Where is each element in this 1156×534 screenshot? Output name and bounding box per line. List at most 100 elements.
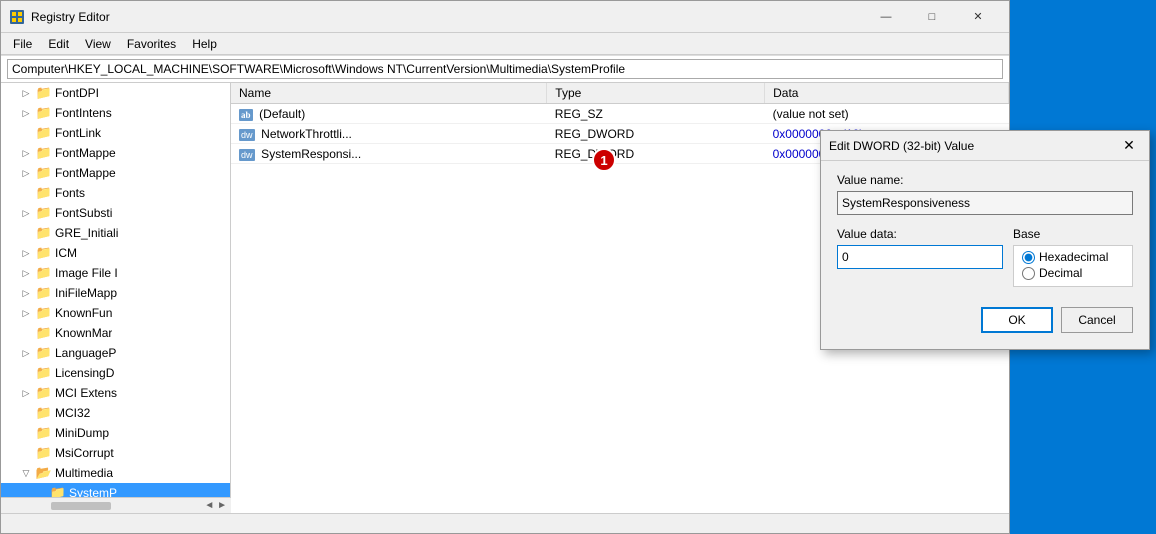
tree-item-gre[interactable]: 📁 GRE_Initiali <box>1 223 230 243</box>
folder-icon: 📁 <box>36 285 52 301</box>
expand-icon: ▷ <box>19 386 33 400</box>
tree-item-label: FontSubsti <box>55 206 112 220</box>
dialog-close-button[interactable]: ✕ <box>1117 134 1141 158</box>
expand-icon <box>19 406 33 420</box>
folder-icon: 📁 <box>36 85 52 101</box>
tree-item-label: LicensingD <box>55 366 114 380</box>
expand-icon <box>19 446 33 460</box>
expand-icon <box>19 226 33 240</box>
tree-item-fontsubsti[interactable]: ▷ 📁 FontSubsti <box>1 203 230 223</box>
folder-icon: 📁 <box>36 105 52 121</box>
base-section: Base Hexadecimal Decimal <box>1013 227 1133 287</box>
tree-item-licensingd[interactable]: 📁 LicensingD <box>1 363 230 383</box>
tree-item-languagep[interactable]: ▷ 📁 LanguageP <box>1 343 230 363</box>
folder-icon: 📁 <box>36 165 52 181</box>
menu-favorites[interactable]: Favorites <box>119 35 184 53</box>
expand-icon: ▷ <box>19 166 33 180</box>
h-scrollbar[interactable]: ◄ ► <box>1 497 231 513</box>
row-name: dw NetworkThrottli... <box>231 124 547 144</box>
hexadecimal-label: Hexadecimal <box>1039 250 1108 264</box>
address-input[interactable] <box>7 59 1003 79</box>
tree-item-msicorrupt[interactable]: 📁 MsiCorrupt <box>1 443 230 463</box>
value-data-section: Value data: <box>837 227 1003 287</box>
hexadecimal-radio[interactable] <box>1022 251 1035 264</box>
value-data-input[interactable] <box>837 245 1003 269</box>
tree-item-label: FontMappe <box>55 166 116 180</box>
tree-item-mci32[interactable]: 📁 MCI32 <box>1 403 230 423</box>
status-bar <box>1 513 1009 533</box>
tree-item-fonts[interactable]: 📁 Fonts <box>1 183 230 203</box>
expand-icon: ▷ <box>19 346 33 360</box>
tree-item-multimedia[interactable]: ▽ 📂 Multimedia <box>1 463 230 483</box>
tree-item-label: KnownMar <box>55 326 112 340</box>
window-title: Registry Editor <box>31 10 863 24</box>
col-name[interactable]: Name <box>231 83 547 104</box>
tree-item-label: FontLink <box>55 126 101 140</box>
folder-icon: 📁 <box>36 225 52 241</box>
menu-view[interactable]: View <box>77 35 119 53</box>
expand-icon <box>19 326 33 340</box>
dialog-row: Value data: Base Hexadecimal Decimal <box>837 227 1133 287</box>
tree-item-label: Image File I <box>55 266 118 280</box>
menu-file[interactable]: File <box>5 35 40 53</box>
folder-icon: 📁 <box>36 305 52 321</box>
expand-icon <box>19 186 33 200</box>
dialog-body: Value name: Value data: Base Hexadecimal… <box>821 161 1149 349</box>
decimal-radio[interactable] <box>1022 267 1035 280</box>
expand-icon: ▷ <box>19 266 33 280</box>
col-type[interactable]: Type <box>547 83 765 104</box>
radio-group: Hexadecimal Decimal <box>1013 245 1133 287</box>
cancel-button[interactable]: Cancel <box>1061 307 1133 333</box>
tree-item-imagefile[interactable]: ▷ 📁 Image File I <box>1 263 230 283</box>
tree-item-fontintens[interactable]: ▷ 📁 FontIntens <box>1 103 230 123</box>
tree-item-mciextens[interactable]: ▷ 📁 MCI Extens <box>1 383 230 403</box>
tree-item-icm[interactable]: ▷ 📁 ICM <box>1 243 230 263</box>
expand-icon <box>19 126 33 140</box>
row-name: dw SystemResponsi... <box>231 144 547 164</box>
expand-icon: ▷ <box>19 246 33 260</box>
tree-item-label: IniFileMapp <box>55 286 117 300</box>
value-name-input[interactable] <box>837 191 1133 215</box>
row-type: REG_DWORD <box>547 124 765 144</box>
row-type: REG_DWORD <box>547 144 765 164</box>
restore-button[interactable]: □ <box>909 1 955 33</box>
tree-item-minidump[interactable]: 📁 MiniDump <box>1 423 230 443</box>
expand-icon: ▷ <box>19 286 33 300</box>
folder-icon: 📂 <box>36 465 52 481</box>
table-row[interactable]: ab (Default) REG_SZ (value not set) <box>231 104 1009 124</box>
minimize-button[interactable]: — <box>863 1 909 33</box>
tree-item-label: GRE_Initiali <box>55 226 118 240</box>
row-name: ab (Default) <box>231 104 547 124</box>
app-icon <box>9 9 25 25</box>
folder-icon: 📁 <box>36 385 52 401</box>
tree-item-knownmar[interactable]: 📁 KnownMar <box>1 323 230 343</box>
title-bar: Registry Editor — □ ✕ <box>1 1 1009 33</box>
expand-icon: ▷ <box>19 206 33 220</box>
tree-item-inifilemap[interactable]: ▷ 📁 IniFileMapp <box>1 283 230 303</box>
folder-icon: 📁 <box>36 445 52 461</box>
tree-item-fontlink[interactable]: 📁 FontLink <box>1 123 230 143</box>
tree-item-fontmappe2[interactable]: ▷ 📁 FontMappe <box>1 163 230 183</box>
address-bar <box>1 55 1009 83</box>
edit-dword-dialog: Edit DWORD (32-bit) Value ✕ Value name: … <box>820 130 1150 350</box>
row-type: REG_SZ <box>547 104 765 124</box>
decimal-option[interactable]: Decimal <box>1022 266 1124 280</box>
folder-icon: 📁 <box>36 145 52 161</box>
menu-edit[interactable]: Edit <box>40 35 77 53</box>
menu-bar: File Edit View Favorites Help <box>1 33 1009 55</box>
menu-help[interactable]: Help <box>184 35 225 53</box>
tree-item-fontdpi[interactable]: ▷ 📁 FontDPI <box>1 83 230 103</box>
tree-item-fontmappe1[interactable]: ▷ 📁 FontMappe <box>1 143 230 163</box>
col-data[interactable]: Data <box>765 83 1009 104</box>
tree-panel[interactable]: ▷ 📁 FontDPI ▷ 📁 FontIntens 📁 FontLink ▷ … <box>1 83 231 513</box>
tree-item-label: MCI Extens <box>55 386 117 400</box>
tree-item-knownfun[interactable]: ▷ 📁 KnownFun <box>1 303 230 323</box>
tree-item-label: ICM <box>55 246 77 260</box>
folder-icon: 📁 <box>36 125 52 141</box>
close-button[interactable]: ✕ <box>955 1 1001 33</box>
hexadecimal-option[interactable]: Hexadecimal <box>1022 250 1124 264</box>
folder-icon: 📁 <box>36 205 52 221</box>
ok-button[interactable]: OK <box>981 307 1053 333</box>
expand-icon: ▷ <box>19 106 33 120</box>
row-data: (value not set) <box>765 104 1009 124</box>
